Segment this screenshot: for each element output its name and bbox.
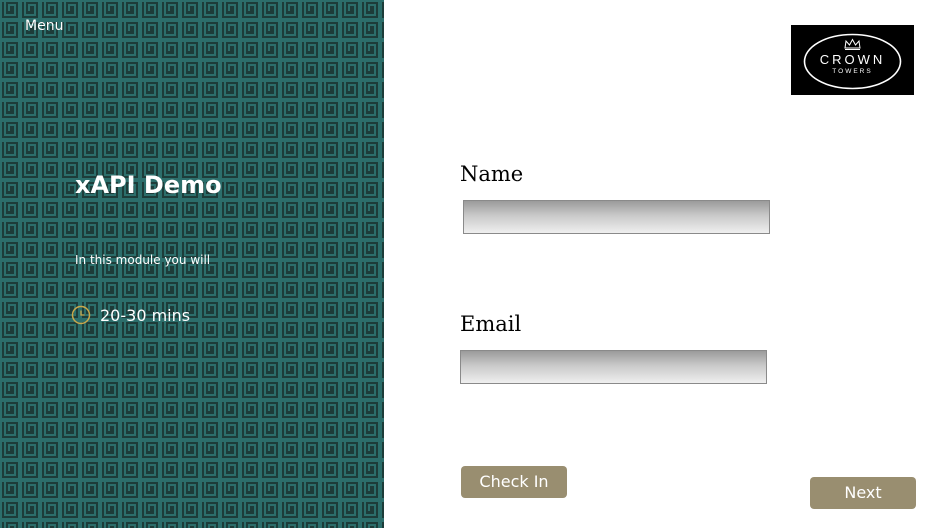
clock-icon [71,305,91,325]
email-input[interactable] [460,350,767,384]
menu-link[interactable]: Menu [25,18,63,34]
name-input[interactable] [463,200,770,234]
module-title: xAPI Demo [75,171,222,199]
logo-text-towers: TOWERS [832,68,873,75]
logo-text-crown: CROWN [819,52,886,67]
duration-text: 20-30 mins [100,305,191,325]
module-intro-text: In this module you will [75,253,211,267]
duration-info: 20-30 mins [71,305,190,325]
check-in-button[interactable]: Check In [461,466,567,498]
name-label: Name [460,162,524,186]
crown-towers-logo: CROWN TOWERS [791,25,914,95]
left-panel: Menu xAPI Demo In this module you will 2… [0,0,384,528]
email-label: Email [460,312,522,336]
next-button[interactable]: Next [810,477,916,509]
crown-icon [844,38,861,50]
